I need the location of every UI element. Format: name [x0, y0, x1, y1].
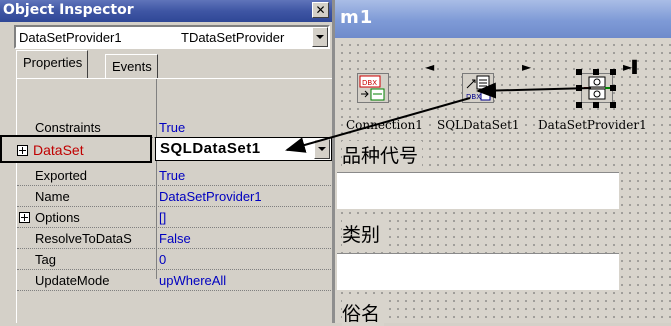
property-name: Name	[35, 189, 70, 204]
right-arrow-icon: ►	[522, 60, 532, 74]
property-value[interactable]: []	[159, 210, 166, 225]
property-name: Exported	[35, 168, 88, 183]
form-title: m1	[340, 7, 374, 28]
property-name: Tag	[35, 252, 56, 267]
object-name: DataSetProvider1	[19, 30, 122, 45]
property-row-resolvetodataset[interactable]: ResolveToDataS False	[17, 228, 331, 249]
dbx-dataset-icon[interactable]: DBX	[462, 73, 494, 103]
property-name: ResolveToDataS	[35, 231, 132, 246]
property-row-options[interactable]: Options []	[17, 207, 331, 228]
property-value[interactable]: False	[159, 231, 191, 246]
property-value[interactable]: True	[159, 120, 185, 135]
svg-text:DBX: DBX	[362, 79, 377, 87]
object-dropdown-button[interactable]	[312, 27, 328, 47]
dataset-value-combo[interactable]: SQLDataSet1	[155, 137, 332, 161]
form-label-common-name: 俗名	[342, 299, 385, 326]
property-name: DataSet	[33, 142, 84, 158]
left-arrow-icon: ◄	[425, 60, 435, 74]
svg-text:DBX: DBX	[466, 93, 481, 101]
selection-handle[interactable]	[610, 85, 616, 91]
inspector-title: Object Inspector	[3, 2, 134, 18]
dataset-value: SQLDataSet1	[160, 140, 261, 157]
form-label-product-code: 品种代号	[342, 141, 423, 168]
property-name: Constraints	[35, 120, 101, 135]
object-inspector: Object Inspector ✕ DataSetProvider1 TDat…	[0, 0, 335, 323]
property-row-name[interactable]: Name DataSetProvider1	[17, 186, 331, 207]
form-label-category: 类别	[342, 220, 385, 247]
property-row-dataset[interactable]: DataSet SQLDataSet1	[0, 135, 334, 163]
dataset-dropdown-button[interactable]	[314, 139, 330, 159]
property-value[interactable]: True	[159, 168, 185, 183]
close-icon[interactable]: ✕	[312, 2, 329, 18]
property-row-tag[interactable]: Tag 0	[17, 249, 331, 270]
inspector-titlebar[interactable]: Object Inspector ✕	[0, 0, 332, 22]
object-selector-combo[interactable]: DataSetProvider1 TDataSetProvider	[14, 25, 330, 49]
property-value[interactable]: 0	[159, 252, 166, 267]
dataset-name-cell[interactable]: DataSet	[0, 135, 152, 163]
property-value[interactable]: upWhereAll	[159, 273, 226, 288]
component-label-provider: DataSetProvider1	[538, 118, 647, 132]
selection-handle[interactable]	[610, 69, 616, 75]
property-name: UpdateMode	[35, 273, 110, 288]
product-code-edit[interactable]	[337, 172, 619, 209]
tab-properties[interactable]: Properties	[16, 50, 89, 78]
selection-handle[interactable]	[576, 102, 582, 108]
component-label-connection: Connection1	[346, 118, 423, 132]
selection-handle[interactable]	[593, 69, 599, 75]
component-label-sqldataset: SQLDataSet1	[437, 118, 520, 132]
property-value[interactable]: DataSetProvider1	[159, 189, 262, 204]
chevron-down-icon	[318, 147, 326, 151]
selection-handle[interactable]	[576, 85, 582, 91]
object-type: TDataSetProvider	[181, 30, 285, 45]
chevron-down-icon	[316, 35, 324, 39]
selection-handle[interactable]	[610, 102, 616, 108]
expand-icon[interactable]	[17, 145, 28, 156]
dataset-provider-icon[interactable]	[581, 73, 613, 103]
property-row-updatemode[interactable]: UpdateMode upWhereAll	[17, 270, 331, 291]
property-name: Options	[35, 210, 80, 225]
expand-icon[interactable]	[19, 212, 30, 223]
selection-handle[interactable]	[576, 69, 582, 75]
next-arrow-icon: ►▌	[623, 60, 642, 74]
tab-events[interactable]: Events	[105, 54, 158, 78]
property-grid: Constraints True Exported True Name Data…	[16, 78, 332, 323]
property-row-exported[interactable]: Exported True	[17, 165, 331, 186]
dbx-connection-icon[interactable]: DBX	[357, 73, 389, 103]
category-edit[interactable]	[337, 253, 619, 290]
selection-handle[interactable]	[593, 102, 599, 108]
